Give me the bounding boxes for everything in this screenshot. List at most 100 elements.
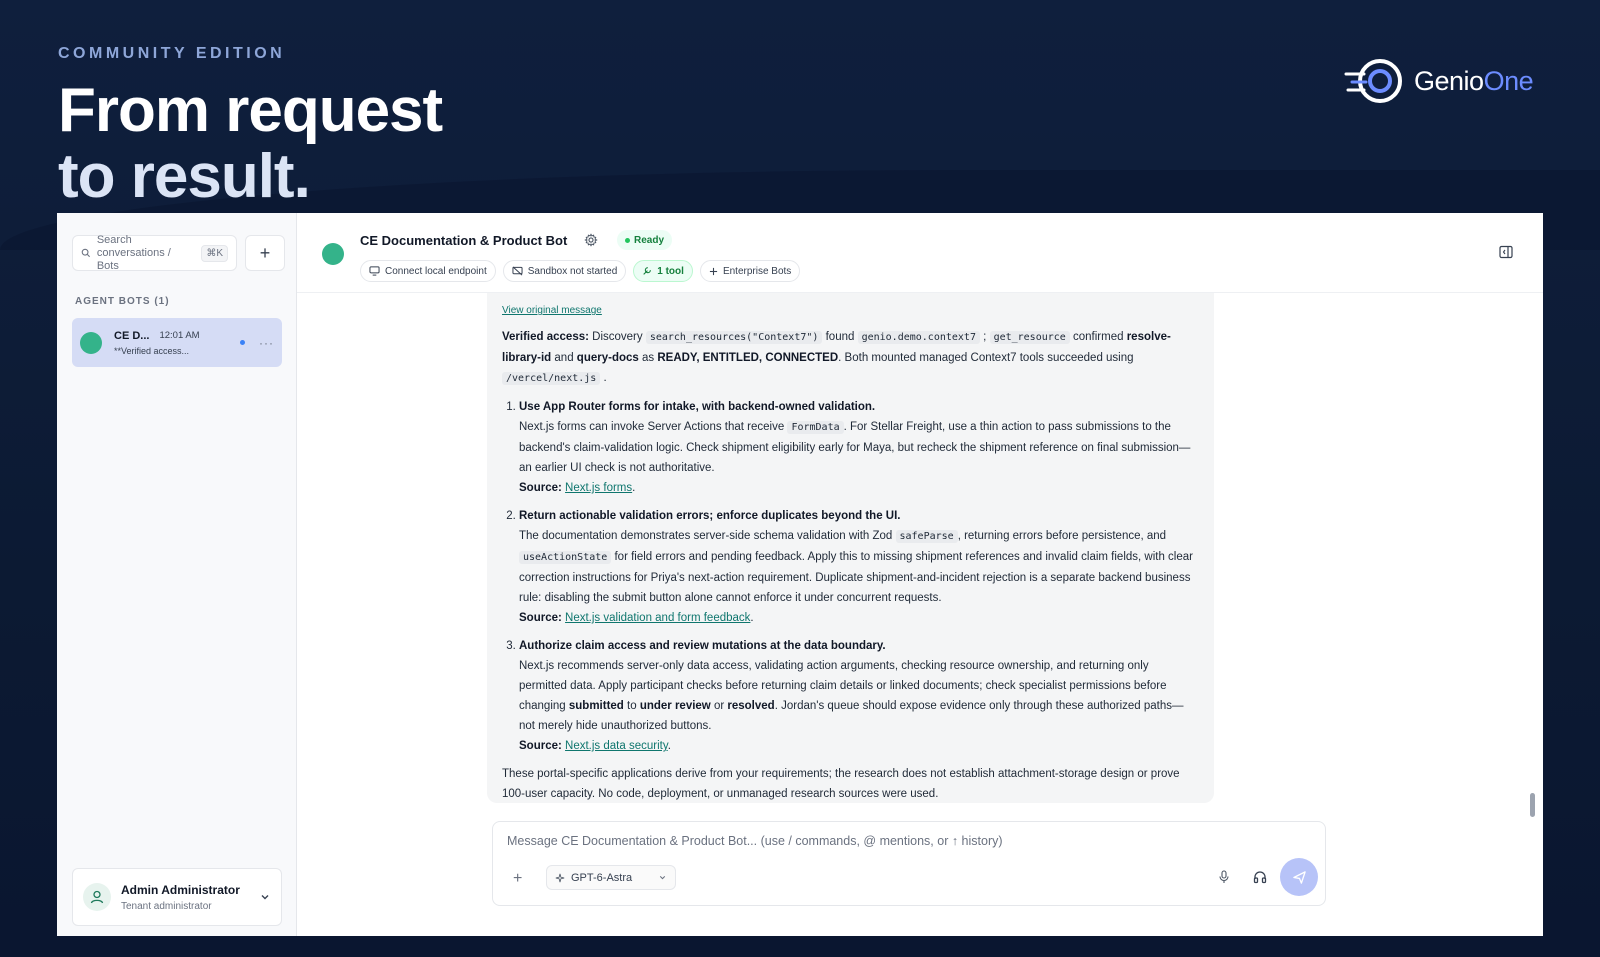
inline-code: get_resource	[989, 331, 1070, 344]
source-link[interactable]: Next.js data security	[565, 740, 668, 752]
gear-icon[interactable]	[584, 233, 598, 247]
model-selector[interactable]: GPT-6-Astra	[546, 865, 676, 890]
item-text: or	[710, 700, 728, 712]
chat-scrollbar[interactable]	[1530, 793, 1535, 817]
chat-header: CE Documentation & Product Bot Ready Con…	[297, 213, 1543, 293]
inline-code: safeParse	[895, 530, 958, 543]
list-item: Authorize claim access and review mutati…	[519, 636, 1199, 756]
chat-main: CE Documentation & Product Bot Ready Con…	[297, 213, 1543, 936]
conversation-preview: **Verified access...	[114, 345, 190, 356]
new-conversation-button[interactable]: +	[245, 235, 285, 271]
edition-label: COMMUNITY EDITION	[58, 45, 286, 62]
search-box[interactable]: Search conversations / Bots ⌘K	[72, 234, 237, 273]
user-menu[interactable]: Admin Administrator Tenant administrator	[72, 868, 282, 926]
microphone-icon[interactable]	[1218, 870, 1230, 884]
item-title: Return actionable validation errors; enf…	[519, 510, 901, 522]
sandbox-chip-label: Sandbox not started	[527, 265, 618, 277]
header-chips: Connect local endpoint Sandbox not start…	[360, 260, 801, 282]
intro-text: Discovery	[588, 331, 646, 343]
plus-icon	[709, 267, 718, 275]
wrench-icon	[643, 267, 652, 275]
chevron-down-icon[interactable]	[259, 891, 271, 903]
search-input[interactable]: Search conversations / Bots	[97, 234, 195, 273]
user-name: Admin Administrator	[121, 882, 240, 897]
sandbox-off-icon	[512, 266, 523, 276]
logo-word-genio: Genio	[1414, 65, 1484, 96]
list-item: Return actionable validation errors; enf…	[519, 506, 1199, 628]
list-item: Use App Router forms for intake, with ba…	[519, 397, 1199, 498]
item-text: , returning errors before persistence, a…	[957, 530, 1167, 542]
assistant-message: View original message Verified access: D…	[487, 293, 1214, 803]
headline-line-1: From request	[58, 76, 443, 145]
status-dot	[625, 237, 630, 243]
message-composer: + GPT-6-Astra	[492, 821, 1326, 906]
intro-label: Verified access:	[502, 331, 589, 343]
intro-text: . Both mounted managed Context7 tools su…	[838, 352, 1134, 364]
conversation-text: CE D... 12:01 AM **Verified access...	[114, 330, 240, 356]
user-role: Tenant administrator	[121, 900, 212, 912]
inline-code: FormData	[787, 421, 844, 434]
source-link[interactable]: Next.js validation and form feedback	[565, 612, 750, 624]
monitor-icon	[369, 266, 380, 276]
conversation-name: CE D...	[114, 329, 150, 342]
attach-button[interactable]: +	[513, 870, 522, 888]
item-text: The documentation demonstrates server-si…	[519, 530, 896, 542]
item-text: to	[623, 700, 640, 712]
sandbox-status-chip[interactable]: Sandbox not started	[502, 260, 627, 282]
item-text: for field errors and pending feedback. A…	[519, 551, 1193, 604]
header-bot-avatar	[322, 243, 344, 265]
user-avatar	[83, 883, 111, 911]
headline-line-2: to result.	[58, 142, 311, 211]
message-input[interactable]	[507, 834, 1267, 848]
bot-title: CE Documentation & Product Bot	[360, 233, 568, 248]
recommendation-list: Use App Router forms for intake, with ba…	[502, 397, 1199, 756]
genio-one-logo: GenioOne	[1344, 56, 1534, 106]
intro-text: confirmed	[1069, 331, 1127, 343]
intro-text: and	[551, 352, 577, 364]
source-label: Source:	[519, 612, 562, 624]
enterprise-bots-chip[interactable]: Enterprise Bots	[699, 260, 801, 282]
tools-chip[interactable]: 1 tool	[633, 260, 693, 282]
source-label: Source:	[519, 740, 562, 752]
user-info: Admin Administrator Tenant administrator	[121, 883, 240, 912]
search-shortcut-badge: ⌘K	[201, 244, 228, 262]
message-closing: These portal-specific applications deriv…	[502, 768, 1180, 800]
conversation-more-button[interactable]: ···	[259, 336, 274, 350]
view-original-message-link[interactable]: View original message	[502, 301, 1199, 321]
unread-dot	[240, 340, 245, 345]
app-window: Search conversations / Bots ⌘K + AGENT B…	[57, 213, 1543, 936]
model-name: GPT-6-Astra	[571, 871, 633, 884]
item-title: Authorize claim access and review mutati…	[519, 640, 886, 652]
send-button[interactable]	[1280, 858, 1318, 896]
logo-wordmark: GenioOne	[1414, 65, 1534, 97]
conversation-header: CE D... 12:01 AM	[114, 330, 240, 342]
search-row: Search conversations / Bots ⌘K +	[72, 234, 285, 273]
sidebar-panel-toggle-icon[interactable]	[1499, 245, 1513, 259]
hero-headline: From request to result.	[58, 76, 443, 211]
agent-bots-section-label: AGENT BOTS (1)	[75, 296, 170, 307]
logo-mark-icon	[1344, 59, 1402, 103]
chevron-down-icon	[659, 876, 666, 880]
intro-bold: query-docs	[576, 352, 639, 364]
enterprise-chip-label: Enterprise Bots	[722, 265, 792, 277]
connect-local-endpoint-chip[interactable]: Connect local endpoint	[360, 260, 496, 282]
user-icon	[90, 890, 104, 904]
headphones-icon[interactable]	[1253, 870, 1267, 884]
item-bold: resolved	[727, 700, 775, 712]
item-text: Next.js forms can invoke Server Actions …	[519, 421, 788, 433]
connect-chip-label: Connect local endpoint	[385, 265, 487, 277]
status-text: Ready	[634, 234, 665, 246]
intro-bold: READY, ENTITLED, CONNECTED	[657, 352, 839, 364]
item-bold: under review	[639, 700, 711, 712]
inline-code: /vercel/next.js	[502, 372, 601, 385]
item-title: Use App Router forms for intake, with ba…	[519, 401, 876, 413]
intro-text: as	[638, 352, 658, 364]
message-intro: Verified access: Discovery search_resour…	[502, 327, 1199, 389]
conversation-item[interactable]: CE D... 12:01 AM **Verified access... ··…	[72, 318, 282, 367]
intro-text: .	[600, 372, 607, 384]
intro-text: ;	[979, 331, 990, 343]
source-link[interactable]: Next.js forms	[565, 482, 632, 494]
inline-code: search_resources("Context7")	[645, 331, 823, 344]
tools-chip-label: 1 tool	[657, 265, 684, 277]
source-label: Source:	[519, 482, 562, 494]
